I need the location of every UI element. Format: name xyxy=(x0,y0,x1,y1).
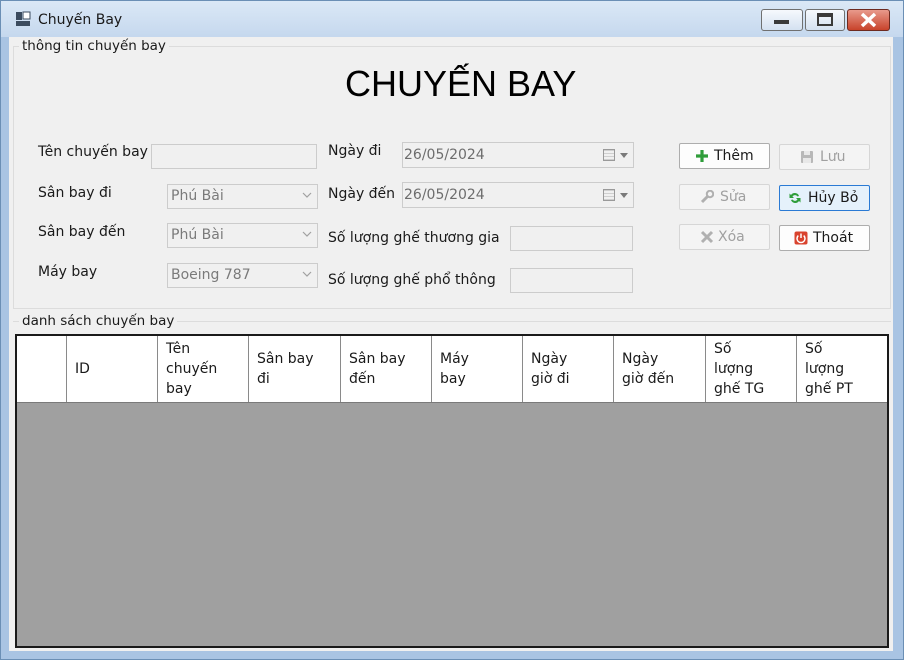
app-icon xyxy=(16,11,31,26)
refresh-icon xyxy=(789,192,801,204)
window-title: Chuyến Bay xyxy=(38,12,123,28)
add-button-label: Thêm xyxy=(714,148,754,164)
column-header[interactable]: Sân bay đi xyxy=(248,336,340,402)
column-header[interactable]: Số lượng ghế TG xyxy=(705,336,796,402)
business-seats-input[interactable] xyxy=(510,226,633,251)
delete-button[interactable]: Xóa xyxy=(679,224,770,250)
save-button[interactable]: Lưu xyxy=(779,144,870,170)
flight-name-input[interactable] xyxy=(151,144,317,169)
departure-airport-label: Sân bay đi xyxy=(38,185,112,201)
edit-button[interactable]: Sửa xyxy=(679,184,770,210)
flight-list-legend: danh sách chuyến bay xyxy=(19,313,178,329)
aircraft-label: Máy bay xyxy=(38,264,98,280)
close-button[interactable] xyxy=(847,9,890,31)
client-area: thông tin chuyến bay CHUYẾN BAY Tên chuy… xyxy=(9,37,893,651)
column-header[interactable]: ID xyxy=(66,336,157,402)
chevron-down-icon xyxy=(302,271,312,277)
departure-date-label: Ngày đi xyxy=(328,143,382,159)
save-button-label: Lưu xyxy=(820,149,846,165)
exit-button[interactable]: Thoát xyxy=(779,225,870,251)
close-icon xyxy=(860,12,877,28)
departure-airport-select[interactable]: Phú Bài xyxy=(167,184,318,209)
page-title: CHUYẾN BAY xyxy=(345,63,577,104)
flight-info-legend: thông tin chuyến bay xyxy=(19,38,169,54)
column-header[interactable]: Ngày giờ đến xyxy=(613,336,705,402)
dropdown-arrow-icon xyxy=(620,193,628,198)
arrival-airport-value: Phú Bài xyxy=(171,227,224,243)
wrench-icon xyxy=(700,190,714,204)
title-bar[interactable]: Chuyến Bay xyxy=(1,1,903,37)
x-icon xyxy=(700,230,714,244)
add-button[interactable]: Thêm xyxy=(679,143,770,169)
delete-button-label: Xóa xyxy=(718,229,745,245)
minimize-icon xyxy=(774,20,789,24)
column-header[interactable]: Số lượng ghế PT xyxy=(796,336,887,402)
power-icon xyxy=(794,231,808,245)
economy-seats-label: Số lượng ghế phổ thông xyxy=(328,272,496,288)
chevron-down-icon xyxy=(302,192,312,198)
flight-name-label: Tên chuyến bay xyxy=(38,144,148,160)
column-header[interactable]: Máy bay xyxy=(431,336,522,402)
departure-date-picker[interactable]: 26/05/2024 xyxy=(402,142,634,168)
arrival-airport-select[interactable]: Phú Bài xyxy=(167,223,318,248)
plus-icon xyxy=(696,150,708,162)
departure-airport-value: Phú Bài xyxy=(171,188,224,204)
arrival-date-picker[interactable]: 26/05/2024 xyxy=(402,182,634,208)
aircraft-value: Boeing 787 xyxy=(171,267,251,283)
exit-button-label: Thoát xyxy=(813,230,854,246)
maximize-button[interactable] xyxy=(805,9,845,31)
flight-window: Chuyến Bay thông tin chuyến bay CHUYẾN B… xyxy=(0,0,904,660)
arrival-airport-label: Sân bay đến xyxy=(38,224,126,240)
calendar-icon xyxy=(603,149,615,161)
column-header[interactable]: Sân bay đến xyxy=(340,336,431,402)
minimize-button[interactable] xyxy=(761,9,803,31)
row-header-cell xyxy=(17,336,66,402)
economy-seats-input[interactable] xyxy=(510,268,633,293)
arrival-date-value: 26/05/2024 xyxy=(404,187,485,203)
column-header[interactable]: Tên chuyến bay xyxy=(157,336,248,402)
maximize-icon xyxy=(817,13,833,26)
grid-header: ID Tên chuyến bay Sân bay đi Sân bay đến… xyxy=(17,336,887,403)
calendar-icon xyxy=(603,189,615,201)
business-seats-label: Số lượng ghế thương gia xyxy=(328,230,500,246)
chevron-down-icon xyxy=(302,231,312,237)
aircraft-select[interactable]: Boeing 787 xyxy=(167,263,318,288)
cancel-button-label: Hủy Bỏ xyxy=(808,190,859,206)
column-header[interactable]: Ngày giờ đi xyxy=(522,336,613,402)
floppy-disk-icon xyxy=(801,151,813,163)
flight-data-grid[interactable]: ID Tên chuyến bay Sân bay đi Sân bay đến… xyxy=(15,334,889,648)
edit-button-label: Sửa xyxy=(720,189,747,205)
cancel-button[interactable]: Hủy Bỏ xyxy=(779,185,870,211)
dropdown-arrow-icon xyxy=(620,153,628,158)
arrival-date-label: Ngày đến xyxy=(328,186,396,202)
departure-date-value: 26/05/2024 xyxy=(404,147,485,163)
